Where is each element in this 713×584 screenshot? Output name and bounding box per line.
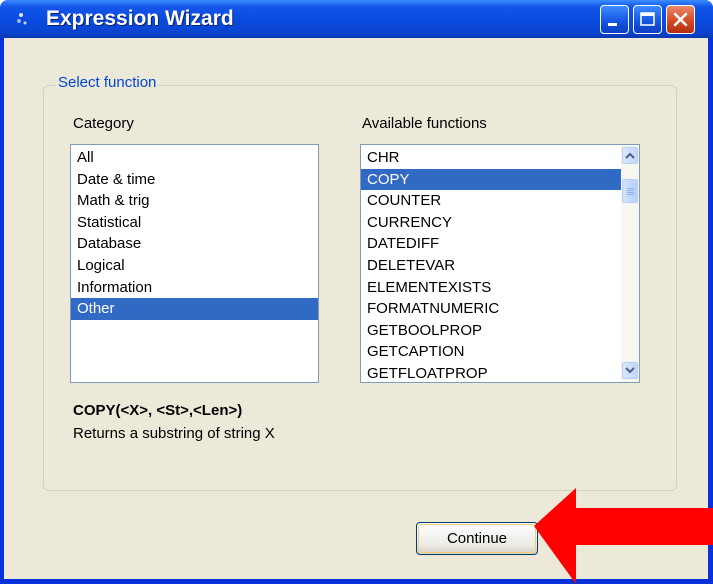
maximize-button[interactable] — [633, 5, 662, 34]
function-item[interactable]: GETCAPTION — [361, 341, 621, 363]
group-legend: Select function — [56, 74, 159, 91]
available-functions-label: Available functions — [362, 115, 487, 132]
app-icon — [17, 13, 27, 25]
continue-button[interactable]: Continue — [416, 522, 538, 555]
scroll-up-icon — [625, 152, 635, 159]
maximize-icon — [640, 12, 655, 26]
title-bar[interactable]: Expression Wizard — [0, 0, 713, 38]
scroll-down-button[interactable] — [622, 362, 638, 379]
window-title: Expression Wizard — [46, 7, 234, 30]
minimize-button[interactable] — [600, 5, 629, 34]
function-item[interactable]: DATEDIFF — [361, 233, 621, 255]
functions-list[interactable]: CHR COPY COUNTER CURRENCY DATEDIFF DELETEVAR E… — [360, 144, 640, 383]
function-item[interactable]: DELETEVAR — [361, 255, 621, 277]
function-item[interactable]: COPY — [361, 168, 621, 191]
category-item[interactable]: Other — [71, 298, 318, 320]
function-signature: COPY(<X>, <St>,<Len>) — [73, 402, 243, 419]
category-item[interactable]: Information — [71, 277, 318, 299]
scroll-thumb[interactable] — [622, 179, 638, 203]
scroll-down-icon — [625, 367, 635, 374]
category-label: Category — [73, 115, 134, 132]
category-item[interactable]: Database — [71, 233, 318, 255]
functions-scrollbar[interactable] — [621, 145, 639, 382]
function-item[interactable]: ELEMENTEXISTS — [361, 277, 621, 299]
category-list[interactable]: All Date & time Math & trig Statistical Data… — [70, 144, 319, 383]
function-description: Returns a substring of string X — [73, 425, 275, 442]
category-item[interactable]: Math & trig — [71, 190, 318, 212]
category-item[interactable]: All — [71, 147, 318, 169]
minimize-icon — [608, 23, 617, 26]
function-item[interactable]: CHR — [361, 147, 621, 169]
function-item[interactable]: COUNTER — [361, 190, 621, 212]
function-item[interactable]: FORMATNUMERIC — [361, 298, 621, 320]
category-item[interactable]: Statistical — [71, 212, 318, 234]
scroll-up-button[interactable] — [622, 147, 638, 164]
category-item[interactable]: Logical — [71, 255, 318, 277]
close-icon — [673, 12, 688, 27]
function-item[interactable]: GETBOOLPROP — [361, 320, 621, 342]
annotation-arrow-icon — [534, 488, 713, 584]
close-button[interactable] — [666, 5, 695, 34]
category-item[interactable]: Date & time — [71, 169, 318, 191]
function-item[interactable]: GETFLOATPROP — [361, 363, 621, 382]
function-item[interactable]: CURRENCY — [361, 212, 621, 234]
